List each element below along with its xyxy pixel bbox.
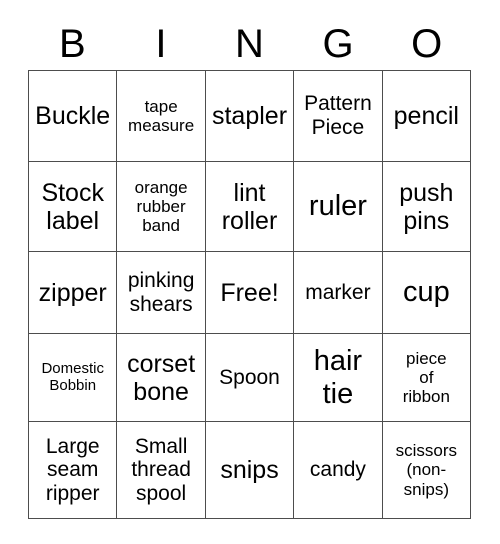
bingo-cell-i1[interactable]: tape measure [117, 71, 206, 162]
bingo-cell-b1[interactable]: Buckle [29, 71, 118, 162]
bingo-cell-label: Pattern Piece [304, 92, 372, 139]
bingo-cell-o4[interactable]: piece of ribbon [382, 334, 472, 422]
bingo-cell-label: Spoon [219, 365, 280, 389]
bingo-cell-g3[interactable]: marker [294, 252, 383, 334]
bingo-cell-g1[interactable]: Pattern Piece [294, 71, 383, 162]
bingo-cell-free-space[interactable]: Free! [205, 252, 295, 334]
bingo-cell-b5[interactable]: Large seam ripper [29, 422, 118, 519]
bingo-cell-o1[interactable]: pencil [382, 71, 472, 162]
bingo-cell-label: candy [309, 458, 366, 482]
bingo-cell-i2[interactable]: orange rubber band [117, 162, 206, 252]
bingo-header-row: B I N G O [28, 18, 471, 70]
bingo-grid: Buckle tape measure stapler Pattern Piec… [28, 70, 472, 519]
bingo-cell-n2[interactable]: lint roller [205, 162, 295, 252]
bingo-cell-o3[interactable]: cup [382, 252, 472, 334]
bingo-cell-label: tape measure [128, 96, 195, 135]
bingo-cell-g2[interactable]: ruler [294, 162, 383, 252]
header-letter-i: I [155, 22, 167, 66]
bingo-cell-g4[interactable]: hair tie [294, 334, 383, 422]
bingo-cell-label: scissors (non- snips) [395, 441, 458, 499]
bingo-card: B I N G O Buckle tape measure stapler Pa… [0, 0, 500, 544]
bingo-cell-label: pinking shears [127, 268, 195, 316]
header-letter-g: G [322, 22, 354, 66]
header-letter-o: O [411, 22, 443, 66]
bingo-cell-label: Buckle [35, 102, 111, 130]
bingo-cell-g5[interactable]: candy [294, 422, 383, 519]
bingo-cell-label: Small thread spool [131, 434, 191, 505]
header-letter-b: B [58, 22, 86, 66]
bingo-cell-label: Domestic Bobbin [41, 359, 104, 394]
bingo-cell-o2[interactable]: push pins [382, 162, 472, 252]
bingo-cell-label: marker [305, 280, 371, 304]
bingo-cell-label: Large seam ripper [45, 434, 100, 505]
bingo-cell-label: corset bone [127, 349, 196, 406]
bingo-row: Large seam ripper Small thread spool sni… [29, 422, 472, 519]
bingo-cell-label: zipper [38, 278, 107, 307]
bingo-cell-label: Stock label [41, 178, 104, 235]
bingo-cell-label: orange rubber band [134, 177, 188, 236]
bingo-cell-label: cup [402, 276, 450, 309]
bingo-cell-n1[interactable]: stapler [205, 71, 295, 162]
bingo-cell-label: pencil [393, 102, 459, 130]
free-space-label: Free! [220, 278, 279, 307]
bingo-cell-label: hair tie [313, 345, 363, 410]
bingo-cell-n4[interactable]: Spoon [205, 334, 295, 422]
bingo-cell-label: snips [220, 456, 279, 484]
bingo-cell-b4[interactable]: Domestic Bobbin [29, 334, 118, 422]
bingo-cell-o5[interactable]: scissors (non- snips) [382, 422, 472, 519]
bingo-cell-i3[interactable]: pinking shears [117, 252, 206, 334]
bingo-cell-label: push pins [399, 178, 454, 235]
bingo-cell-b2[interactable]: Stock label [29, 162, 118, 252]
bingo-cell-label: ruler [308, 190, 367, 223]
bingo-cell-b3[interactable]: zipper [29, 252, 118, 334]
bingo-row: Domestic Bobbin corset bone Spoon hair t… [29, 334, 472, 422]
bingo-cell-label: piece of ribbon [402, 348, 450, 407]
bingo-row: Buckle tape measure stapler Pattern Piec… [29, 71, 472, 162]
header-letter-n: N [235, 22, 264, 66]
bingo-cell-n5[interactable]: snips [205, 422, 295, 519]
bingo-cell-label: stapler [211, 102, 288, 130]
bingo-cell-i5[interactable]: Small thread spool [117, 422, 206, 519]
bingo-cell-label: lint roller [221, 178, 278, 235]
bingo-row: zipper pinking shears Free! marker cup [29, 252, 472, 334]
bingo-row: Stock label orange rubber band lint roll… [29, 162, 472, 252]
bingo-cell-i4[interactable]: corset bone [117, 334, 206, 422]
